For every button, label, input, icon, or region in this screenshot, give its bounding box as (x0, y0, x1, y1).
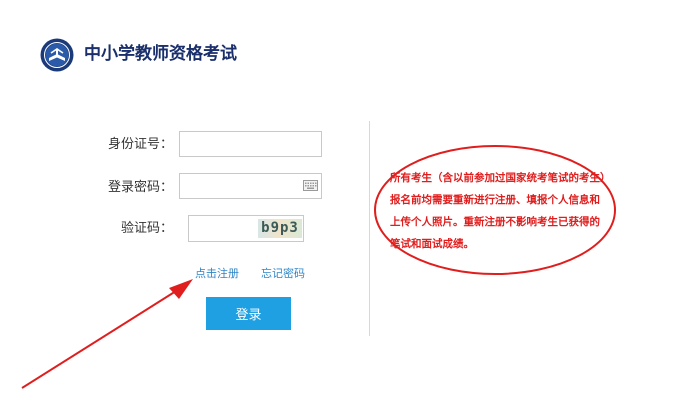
vertical-divider (369, 121, 370, 336)
id-number-label: 身份证号： (107, 137, 173, 152)
password-label: 登录密码： (107, 180, 173, 195)
registration-notice: 所有考生（含以前参加过国家统考笔试的考生）报名前均需要重新进行注册、填报个人信息… (390, 172, 606, 250)
captcha-image[interactable]: b9p3 (258, 219, 302, 238)
password-input[interactable] (179, 173, 322, 199)
annotation-arrow-head (169, 279, 193, 299)
register-link[interactable]: 点击注册 (195, 267, 239, 281)
site-title: 中小学教师资格考试 (84, 44, 237, 64)
captcha-label: 验证码： (120, 221, 173, 236)
keyboard-icon[interactable] (303, 180, 318, 191)
logo-emblem-icon (40, 38, 74, 72)
login-button[interactable]: 登录 (206, 297, 291, 330)
forgot-password-link[interactable]: 忘记密码 (261, 267, 305, 281)
annotation-arrow (21, 285, 185, 389)
id-number-input[interactable] (179, 131, 322, 157)
